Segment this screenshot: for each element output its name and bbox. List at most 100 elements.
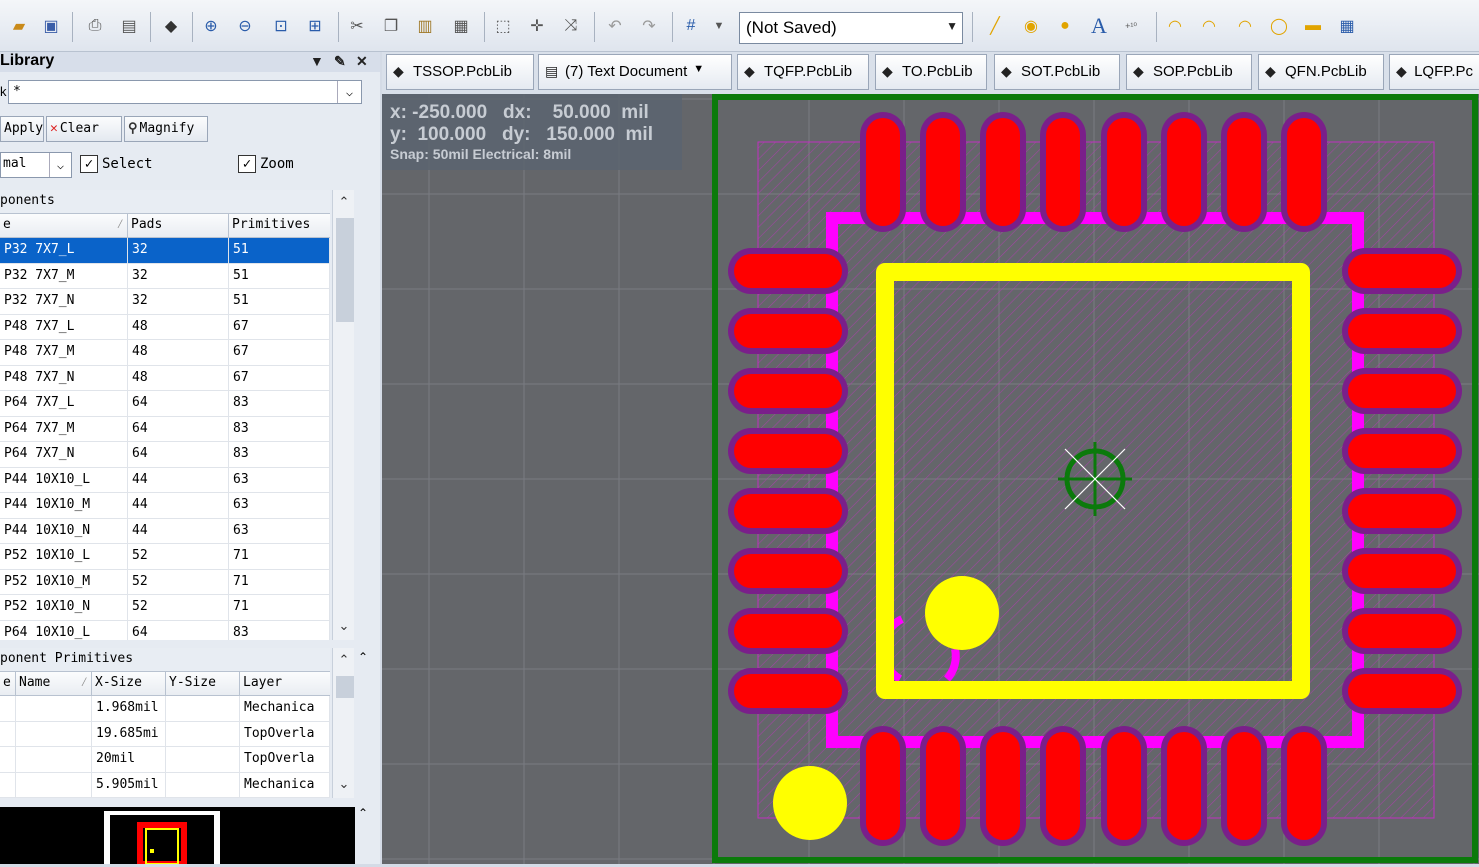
paste-icon[interactable]: ▥ xyxy=(414,15,436,37)
state-combo[interactable]: (Not Saved) ▼ xyxy=(739,12,963,44)
tab-tssop[interactable]: ◆ TSSOP.PcbLib xyxy=(386,54,534,90)
rubber-stamp-icon[interactable]: ▦ xyxy=(450,15,472,37)
chevron-down-icon[interactable]: ▼ xyxy=(693,63,704,75)
components-scrollbar[interactable]: ⌃ ⌄ xyxy=(332,190,354,640)
zoom-checkbox[interactable]: ✓ Zoom xyxy=(238,155,294,173)
clear-button[interactable]: ✕ Clear xyxy=(46,116,122,142)
table-row[interactable]: P64 7X7_L 64 83 xyxy=(0,391,330,417)
table-row[interactable]: P32 7X7_N 32 51 xyxy=(0,289,330,315)
table-row[interactable]: P48 7X7_L 48 67 xyxy=(0,314,330,340)
mode-select[interactable]: mal ⌵ xyxy=(0,152,72,178)
footprint-preview-graphic xyxy=(104,811,220,867)
pad-icon[interactable]: ◉ xyxy=(1020,15,1042,37)
scroll-up-icon[interactable]: ⌃ xyxy=(333,194,355,210)
arc-center-icon[interactable]: ◠ xyxy=(1164,15,1186,37)
table-row[interactable]: P52 10X10_L 52 71 xyxy=(0,544,330,570)
circle-icon[interactable]: ◯ xyxy=(1268,15,1290,37)
column-header-xsize[interactable]: X-Size xyxy=(92,672,166,695)
coordinate-icon[interactable]: +¹⁰ xyxy=(1120,15,1142,37)
cell-name: P48 7X7_N xyxy=(0,365,128,390)
column-header-name[interactable]: e ⁄ xyxy=(0,214,128,237)
table-row[interactable]: P48 7X7_M 48 67 xyxy=(0,340,330,366)
table-row[interactable]: 5.905mil Mechanica xyxy=(0,772,330,798)
table-row[interactable]: P44 10X10_L 44 63 xyxy=(0,467,330,493)
pad-copper xyxy=(986,118,1020,226)
zoom-fit-icon[interactable]: ⊡ xyxy=(270,15,292,37)
select-checkbox[interactable]: ✓ Select xyxy=(80,155,153,173)
table-row[interactable]: P52 10X10_N 52 71 xyxy=(0,595,330,621)
table-row[interactable]: P64 7X7_N 64 83 xyxy=(0,442,330,468)
scroll-up-icon[interactable]: ⌃ xyxy=(333,652,355,668)
pad-copper xyxy=(1167,732,1201,840)
arc-any-icon[interactable]: ◠ xyxy=(1234,15,1256,37)
primitives-scrollbar[interactable]: ⌃ ⌄ xyxy=(332,648,354,798)
table-row[interactable]: P32 7X7_L 32 51 xyxy=(0,238,330,264)
magnify-button[interactable]: ⚲ Magnify xyxy=(124,116,208,142)
3d-body-icon[interactable]: ◆ xyxy=(160,15,182,37)
tab-sot[interactable]: ◆ SOT.PcbLib xyxy=(994,54,1120,90)
tab-qfn[interactable]: ◆ QFN.PcbLib xyxy=(1258,54,1384,90)
move-icon[interactable]: ✛ xyxy=(526,15,548,37)
pin-icon[interactable]: ✎ xyxy=(334,52,346,70)
array-paste-icon[interactable]: ▦ xyxy=(1336,15,1358,37)
tab-sop[interactable]: ◆ SOP.PcbLib xyxy=(1126,54,1252,90)
scroll-down-icon[interactable]: ⌄ xyxy=(333,618,355,634)
column-header-primitives[interactable]: Primitives xyxy=(229,214,330,237)
scroll-thumb[interactable] xyxy=(336,218,354,322)
tab-text-document[interactable]: ▤ (7) Text Document ▼ xyxy=(538,54,732,90)
table-row[interactable]: P64 10X10_L 64 83 xyxy=(0,620,330,640)
column-header-name[interactable]: Name ⁄ xyxy=(16,672,92,695)
fill-icon[interactable]: ▬ xyxy=(1302,15,1324,37)
line-icon[interactable]: ╱ xyxy=(984,15,1006,37)
zoom-selection-icon[interactable]: ⊞ xyxy=(304,15,326,37)
undo-icon[interactable]: ↶ xyxy=(604,15,626,37)
pad-copper xyxy=(1107,118,1141,226)
cross-probe-icon[interactable]: ⤨ xyxy=(560,15,582,37)
arc-edge-icon[interactable]: ◠ xyxy=(1198,15,1220,37)
print-preview-icon[interactable]: ▤ xyxy=(118,15,140,37)
table-row[interactable]: P64 7X7_M 64 83 xyxy=(0,416,330,442)
save-icon[interactable]: ▣ xyxy=(40,15,62,37)
print-icon[interactable]: ⎙ xyxy=(84,15,106,37)
open-icon[interactable]: ▰ xyxy=(8,15,30,37)
pad-copper xyxy=(734,374,842,408)
pad-copper xyxy=(1348,434,1456,468)
tab-lqfp[interactable]: ◆ LQFP.Pc xyxy=(1389,54,1479,90)
table-row[interactable]: 1.968mil Mechanica xyxy=(0,696,330,722)
collapse-icon[interactable]: ⌃ xyxy=(358,806,368,820)
table-row[interactable]: 20mil TopOverla xyxy=(0,747,330,773)
panel-menu-icon[interactable]: ▼ xyxy=(310,52,324,70)
cut-icon[interactable]: ✂ xyxy=(346,15,368,37)
string-icon[interactable]: A xyxy=(1088,13,1110,38)
table-row[interactable]: 19.685mi TopOverla xyxy=(0,721,330,747)
mask-input[interactable]: * ⌵ xyxy=(8,80,362,104)
table-row[interactable]: P48 7X7_N 48 67 xyxy=(0,365,330,391)
table-row[interactable]: P44 10X10_N 44 63 xyxy=(0,518,330,544)
column-header-layer[interactable]: Layer xyxy=(240,672,330,695)
scroll-thumb[interactable] xyxy=(336,676,354,698)
table-row[interactable]: P44 10X10_M 44 63 xyxy=(0,493,330,519)
zoom-out-icon[interactable]: ⊖ xyxy=(234,15,256,37)
column-header-ysize[interactable]: Y-Size xyxy=(166,672,240,695)
copy-icon[interactable]: ❐ xyxy=(380,15,402,37)
apply-button[interactable]: Apply xyxy=(0,116,44,142)
redo-icon[interactable]: ↷ xyxy=(638,15,660,37)
grid-icon[interactable]: # xyxy=(680,15,702,37)
table-row[interactable]: P52 10X10_M 52 71 xyxy=(0,569,330,595)
tab-to[interactable]: ◆ TO.PcbLib xyxy=(875,54,987,90)
tab-tqfp[interactable]: ◆ TQFP.PcbLib xyxy=(737,54,869,90)
pcb-editor-canvas[interactable]: x: -250.000 dx: 50.000 mil y: 100.000 dy… xyxy=(382,94,1479,864)
table-row[interactable]: P32 7X7_M 32 51 xyxy=(0,263,330,289)
collapse-icon[interactable]: ⌃ xyxy=(358,650,368,664)
select-area-icon[interactable]: ⬚ xyxy=(492,15,514,37)
chevron-down-icon[interactable]: ⌵ xyxy=(337,81,361,103)
footprint-drawing[interactable] xyxy=(382,94,1479,864)
column-header-pads[interactable]: Pads xyxy=(128,214,229,237)
column-header-type[interactable]: e xyxy=(0,672,16,695)
grid-dropdown-icon[interactable]: ▼ xyxy=(708,15,730,37)
close-icon[interactable]: ✕ xyxy=(356,52,368,70)
via-icon[interactable]: ● xyxy=(1054,15,1076,37)
scroll-down-icon[interactable]: ⌄ xyxy=(333,776,355,792)
zoom-in-icon[interactable]: ⊕ xyxy=(200,15,222,37)
pin1-dot xyxy=(925,576,999,650)
